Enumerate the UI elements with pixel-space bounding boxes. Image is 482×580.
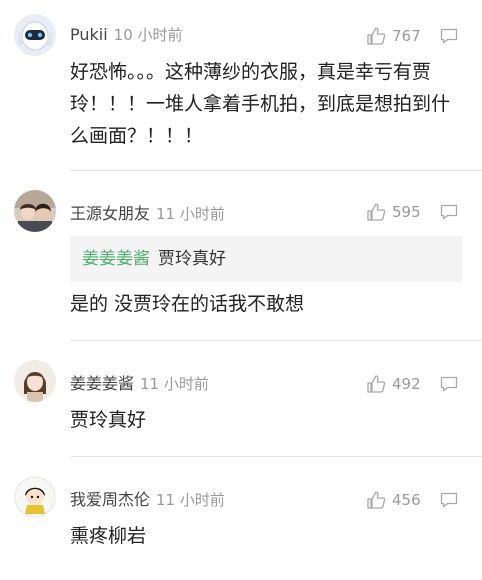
username[interactable]: Pukii [70, 25, 108, 44]
quoted-text: 贾玲真好 [158, 249, 226, 269]
avatar[interactable] [14, 360, 56, 402]
username[interactable]: 我爱周杰伦 [70, 490, 150, 509]
divider [70, 170, 482, 171]
like-count: 595 [392, 203, 421, 221]
girl-avatar-icon [14, 360, 56, 402]
quoted-username[interactable]: 姜姜姜酱 [82, 249, 150, 269]
comment-meta: 王源女朋友 11 小时前 [70, 200, 225, 224]
cartoon-avatar-icon [14, 476, 56, 518]
like-count: 492 [392, 375, 421, 393]
like-count: 456 [392, 491, 421, 509]
quoted-comment[interactable]: 姜姜姜酱 贾玲真好 [70, 236, 462, 282]
comment-text: 好恐怖。。。这种薄纱的衣服，真是幸亏有贾玲！！！一堆人拿着手机拍，到底是想拍到什… [70, 61, 451, 147]
comment-actions: 595 [366, 202, 458, 222]
timestamp: 10 小时前 [113, 26, 183, 44]
reply-button[interactable] [440, 28, 458, 44]
avatar[interactable] [14, 476, 56, 518]
comment-bubble-icon [440, 28, 458, 44]
timestamp: 11 小时前 [156, 205, 225, 223]
comment-item: 我爱周杰伦 11 小时前 456 熏疼柳岩 [0, 458, 482, 580]
reply-button[interactable] [440, 204, 458, 220]
avatar[interactable] [14, 190, 56, 232]
comment-meta: Pukii 10 小时前 [70, 24, 183, 45]
divider [70, 340, 482, 341]
like-button[interactable]: 595 [366, 202, 426, 222]
comment-meta: 姜姜姜酱 11 小时前 [70, 370, 209, 394]
comment-item: 王源女朋友 11 小时前 595 姜姜姜酱 贾玲真好 是的 没贾玲在的话我不敢想 [0, 172, 482, 342]
comment-actions: 456 [366, 490, 458, 510]
comment-item: 姜姜姜酱 11 小时前 492 贾玲真好 [0, 342, 482, 458]
comment-item: Pukii 10 小时前 767 好恐怖。。。这种薄纱的衣服，真是幸亏有贾玲！！！… [0, 0, 482, 172]
comment-text: 是的 没贾玲在的话我不敢想 [70, 293, 305, 315]
reply-button[interactable] [440, 492, 458, 508]
like-button[interactable]: 767 [366, 26, 426, 46]
divider [70, 456, 482, 457]
comment-text: 贾玲真好 [70, 409, 147, 431]
comment-actions: 492 [366, 374, 458, 394]
photo-avatar-icon [14, 190, 56, 232]
comment-text: 熏疼柳岩 [70, 525, 147, 547]
like-count: 767 [392, 27, 421, 45]
reply-button[interactable] [440, 376, 458, 392]
avatar[interactable] [14, 14, 56, 56]
username[interactable]: 姜姜姜酱 [70, 374, 134, 393]
timestamp: 11 小时前 [140, 375, 209, 393]
username[interactable]: 王源女朋友 [70, 204, 150, 223]
timestamp: 11 小时前 [156, 491, 225, 509]
comment-meta: 我爱周杰伦 11 小时前 [70, 486, 225, 510]
thumbs-up-icon [367, 491, 386, 509]
comment-bubble-icon [440, 492, 458, 508]
thumbs-up-icon [367, 27, 386, 45]
like-button[interactable]: 456 [366, 490, 426, 510]
like-button[interactable]: 492 [366, 374, 426, 394]
thumbs-up-icon [367, 375, 386, 393]
comment-bubble-icon [440, 204, 458, 220]
comment-actions: 767 [366, 26, 458, 46]
thumbs-up-icon [367, 203, 386, 221]
comment-bubble-icon [440, 376, 458, 392]
robot-avatar-icon [14, 14, 56, 56]
